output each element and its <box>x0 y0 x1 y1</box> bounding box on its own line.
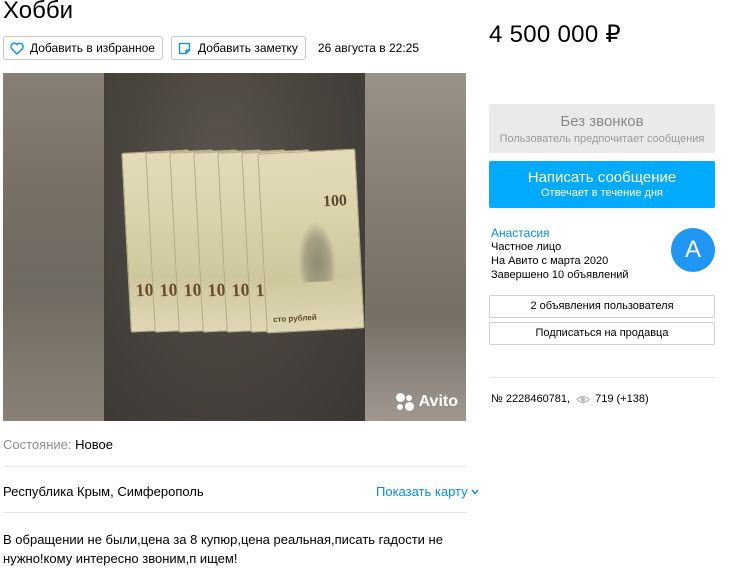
divider <box>489 377 715 378</box>
divider <box>3 466 466 467</box>
seller-name-link[interactable]: Анастасия <box>491 226 629 240</box>
avito-watermark: Avito <box>395 393 458 411</box>
page-title: Хобби <box>3 0 73 24</box>
watermark-text: Avito <box>418 393 458 410</box>
seller-completed: Завершено 10 объявлений <box>491 269 629 281</box>
add-to-favorites-button[interactable]: Добавить в избранное <box>3 36 163 60</box>
no-calls-title: Без звонков <box>560 113 644 130</box>
listing-photo[interactable]: 100 100 100 100 100 100 100 сто рублей <box>104 73 365 421</box>
gallery-blur-left <box>3 73 104 421</box>
avito-logo-icon <box>395 393 414 411</box>
write-message-button[interactable]: Написать сообщение Отвечает в течение дн… <box>489 161 715 208</box>
user-listings-button[interactable]: 2 объявления пользователя <box>489 295 715 318</box>
condition-value: Новое <box>75 437 113 452</box>
show-map-link[interactable]: Показать карту <box>376 484 479 499</box>
listing-stats: № 2228460781, 719 (+138) <box>491 393 649 405</box>
add-to-favorites-label: Добавить в избранное <box>30 41 155 55</box>
views-count: 719 (+138) <box>595 393 649 405</box>
condition: Состояние: Новое <box>3 437 113 452</box>
seller-since: На Авито с марта 2020 <box>491 255 609 267</box>
description: В обращении не были,цена за 8 купюр,цена… <box>3 532 443 566</box>
banknote-number: 100 <box>322 192 348 211</box>
gallery-blur-right <box>365 73 466 421</box>
condition-label: Состояние: <box>3 437 72 452</box>
show-map-label: Показать карту <box>376 484 468 499</box>
add-note-label: Добавить заметку <box>197 41 298 55</box>
heart-icon <box>10 41 24 55</box>
no-calls-box: Без звонков Пользователь предпочитает со… <box>489 104 715 153</box>
add-note-button[interactable]: Добавить заметку <box>170 36 306 60</box>
banknote-front: 100 сто рублей <box>257 148 365 334</box>
ad-number: № 2228460781, <box>491 393 571 405</box>
note-icon <box>178 41 192 55</box>
views: 719 (+138) <box>576 393 649 405</box>
chevron-down-icon <box>471 489 479 495</box>
price: 4 500 000 ₽ <box>489 21 622 48</box>
write-message-title: Написать сообщение <box>527 169 677 186</box>
banknote-caption: сто рублей <box>272 312 317 325</box>
seller-type: Частное лицо <box>491 241 562 253</box>
avatar[interactable]: А <box>671 228 715 272</box>
divider <box>3 512 466 513</box>
write-message-subtitle: Отвечает в течение дня <box>540 187 664 199</box>
eye-icon <box>576 395 590 403</box>
location-address: Республика Крым, Симферополь <box>3 484 204 499</box>
monument-image <box>296 220 338 283</box>
photo-gallery[interactable]: 100 100 100 100 100 100 100 сто рублей A… <box>3 73 466 421</box>
no-calls-subtitle: Пользователь предпочитает сообщения <box>499 133 705 145</box>
subscribe-seller-button[interactable]: Подписаться на продавца <box>489 322 715 345</box>
publish-date: 26 августа в 22:25 <box>317 41 420 55</box>
listing-actions: Добавить в избранное Добавить заметку 26… <box>3 36 419 60</box>
seller-info: Анастасия Частное лицо На Авито с марта … <box>491 226 629 282</box>
